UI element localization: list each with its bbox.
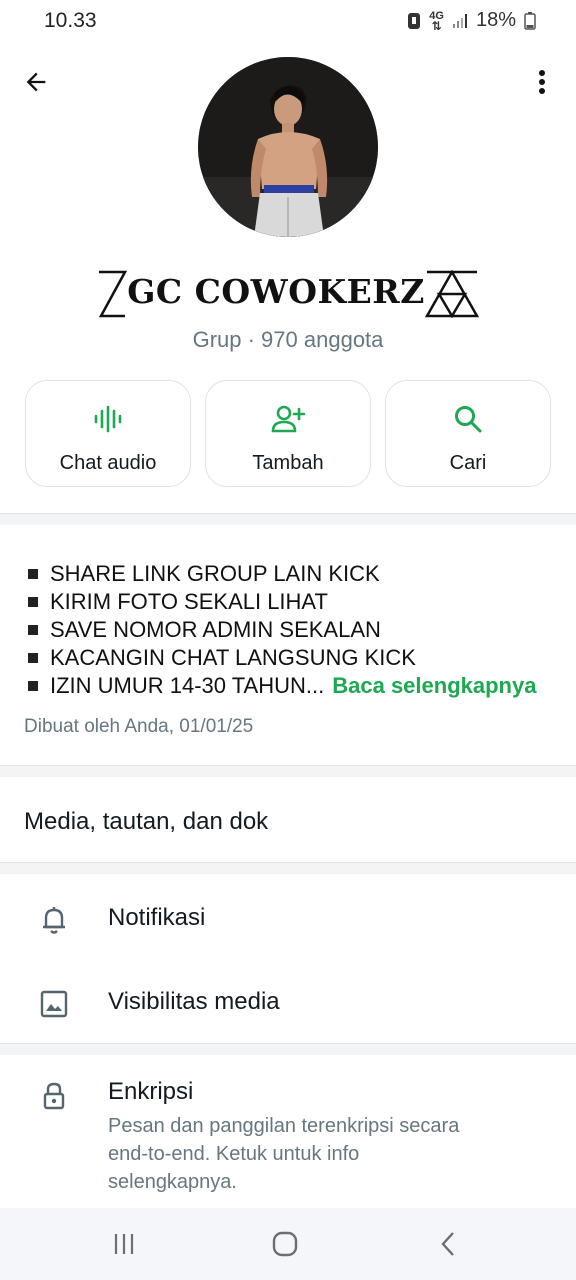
section-divider: [0, 513, 576, 525]
image-icon: [40, 990, 68, 1018]
media-visibility-row[interactable]: Visibilitas media: [0, 976, 576, 1036]
hourglass-decoration-icon: [99, 270, 128, 318]
section-divider: [0, 862, 576, 874]
description-line: IZIN UMUR 14-30 TAHUN... Baca selengkapny…: [28, 672, 558, 700]
group-description[interactable]: SHARE LINK GROUP LAIN KICK KIRIM FOTO SE…: [28, 560, 558, 700]
add-member-label: Tambah: [252, 452, 324, 474]
encryption-description: Pesan dan panggilan terenkripsi secara e…: [108, 1115, 460, 1193]
bell-icon: [43, 907, 65, 934]
signal-icon: [452, 13, 467, 28]
add-person-icon: [271, 405, 306, 433]
section-divider: [0, 765, 576, 777]
arrow-left-icon: [26, 72, 46, 92]
audio-wave-icon: [94, 405, 122, 433]
search-label: Cari: [449, 452, 487, 474]
encryption-label: Enkripsi: [108, 1078, 194, 1105]
description-line: KIRIM FOTO SEKALI LIHAT: [28, 588, 558, 616]
bullet-icon: [28, 569, 38, 579]
chevron-left-icon: [441, 1232, 454, 1256]
notifications-label: Notifikasi: [108, 904, 206, 931]
created-by-text: Dibuat oleh Anda, 01/01/25: [24, 716, 254, 737]
group-avatar[interactable]: [198, 57, 378, 237]
chat-audio-button[interactable]: Chat audio: [25, 380, 191, 487]
media-visibility-label: Visibilitas media: [108, 988, 280, 1015]
group-photo: [198, 57, 378, 237]
group-member-count: Grup · 970 anggota: [192, 327, 384, 352]
bullet-icon: [28, 681, 38, 691]
chat-audio-label: Chat audio: [59, 452, 157, 474]
notifications-row[interactable]: Notifikasi: [0, 892, 576, 952]
description-line: KACANGIN CHAT LANGSUNG KICK: [28, 644, 558, 672]
add-member-button[interactable]: Tambah: [205, 380, 371, 487]
more-vertical-icon: [539, 70, 545, 94]
status-indicators: 4G ⇅ 18%: [407, 9, 536, 32]
home-button[interactable]: [263, 1226, 307, 1262]
home-icon: [272, 1231, 298, 1257]
search-button[interactable]: Cari: [385, 380, 551, 487]
group-name: GC COWOKERZ: [0, 270, 576, 318]
status-bar: 10.33 4G ⇅ 18%: [0, 0, 576, 44]
recent-apps-icon: [114, 1234, 134, 1254]
quick-actions: Chat audio Tambah Cari: [25, 380, 551, 487]
bullet-icon: [28, 653, 38, 663]
media-links-docs-row[interactable]: Media, tautan, dan dok: [24, 808, 268, 836]
notification-app-icon: [408, 12, 421, 29]
back-nav-button[interactable]: [426, 1226, 470, 1262]
search-icon: [455, 406, 482, 433]
lock-icon: [43, 1082, 65, 1110]
read-more-link[interactable]: Baca selengkapnya: [332, 672, 536, 700]
section-divider: [0, 1043, 576, 1055]
back-button[interactable]: [16, 62, 56, 102]
more-options-button[interactable]: [522, 62, 562, 102]
battery-percent: 18%: [475, 9, 516, 31]
description-line: SHARE LINK GROUP LAIN KICK: [28, 560, 558, 588]
bullet-icon: [28, 625, 38, 635]
bullet-icon: [28, 597, 38, 607]
group-name-text: GC COWOKERZ: [127, 272, 425, 311]
description-line: SAVE NOMOR ADMIN SEKALAN: [28, 616, 558, 644]
network-type: 4G ⇅: [429, 9, 444, 33]
triangle-decoration-icon: [424, 270, 479, 318]
system-navigation-bar: [0, 1208, 576, 1280]
status-time: 10.33: [44, 9, 97, 32]
battery-icon: [524, 11, 536, 30]
recent-apps-button[interactable]: [102, 1226, 146, 1262]
